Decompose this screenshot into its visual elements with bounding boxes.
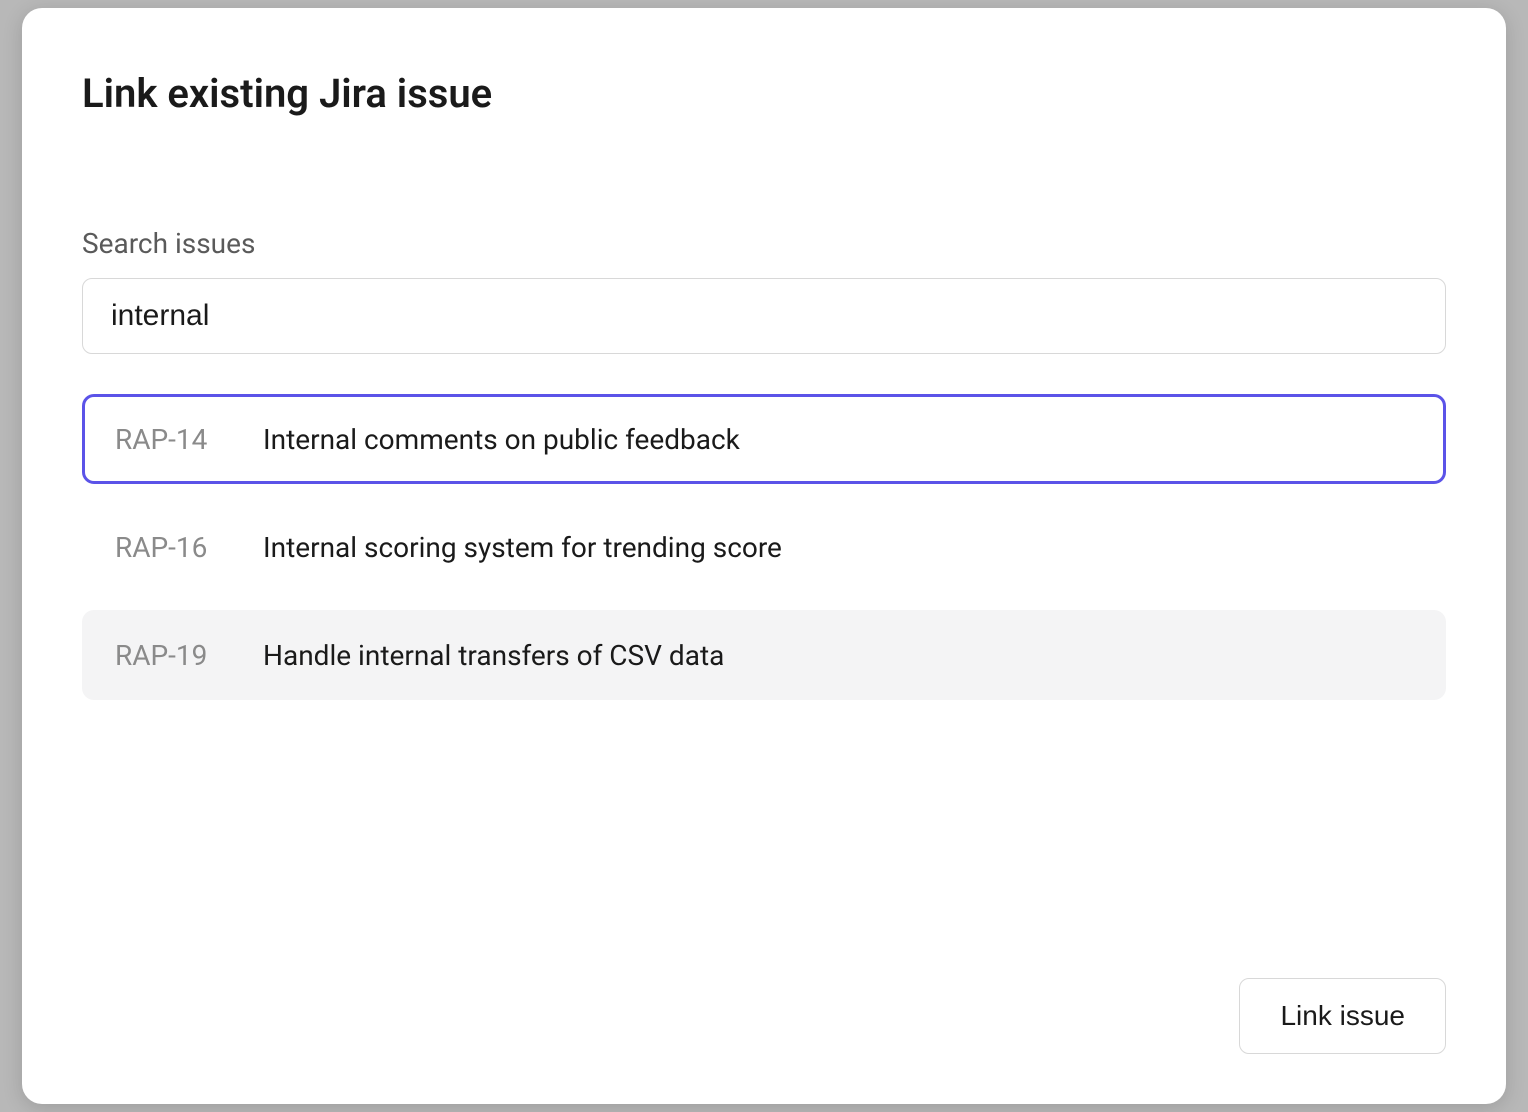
search-issues-label: Search issues: [82, 227, 1446, 260]
modal-footer: Link issue: [82, 978, 1446, 1054]
result-item[interactable]: RAP-16 Internal scoring system for trend…: [82, 502, 1446, 592]
link-issue-modal: Link existing Jira issue Search issues R…: [22, 8, 1506, 1104]
result-item[interactable]: RAP-14 Internal comments on public feedb…: [82, 394, 1446, 484]
search-results-list: RAP-14 Internal comments on public feedb…: [82, 394, 1446, 700]
issue-title: Internal scoring system for trending sco…: [263, 531, 782, 564]
issue-title: Handle internal transfers of CSV data: [263, 639, 724, 672]
issue-title: Internal comments on public feedback: [263, 423, 740, 456]
search-input[interactable]: [82, 278, 1446, 354]
issue-key: RAP-19: [115, 639, 235, 672]
issue-key: RAP-16: [115, 531, 235, 564]
issue-key: RAP-14: [115, 423, 235, 456]
modal-title: Link existing Jira issue: [82, 70, 1446, 117]
link-issue-button[interactable]: Link issue: [1239, 978, 1446, 1054]
result-item[interactable]: RAP-19 Handle internal transfers of CSV …: [82, 610, 1446, 700]
